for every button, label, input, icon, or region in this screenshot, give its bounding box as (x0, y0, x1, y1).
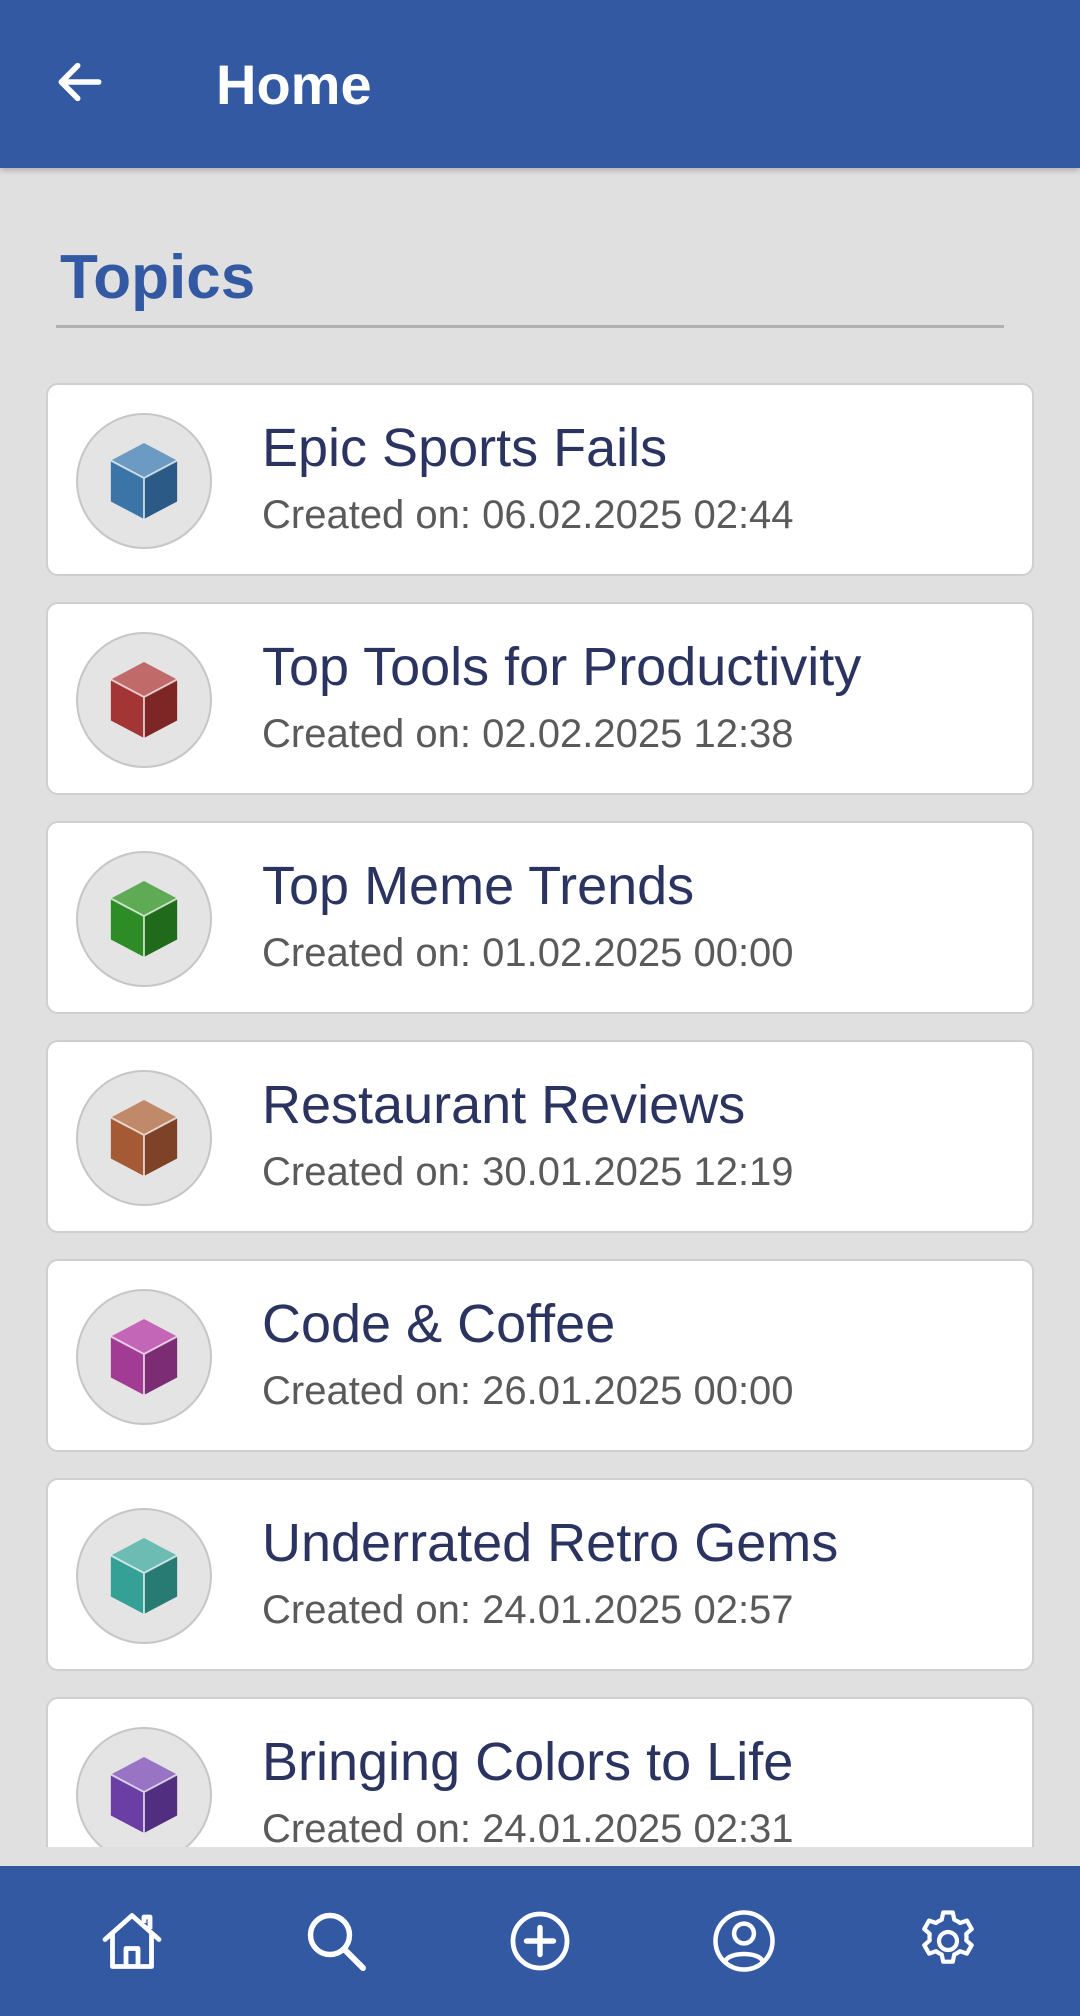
nav-settings-button[interactable] (898, 1891, 998, 1991)
section-divider (56, 325, 1004, 328)
search-icon (307, 1912, 366, 1971)
topic-avatar (76, 1070, 212, 1206)
section-title: Topics (60, 243, 256, 312)
cube-icon (110, 880, 178, 958)
app-bar: Home (0, 0, 1080, 168)
topic-avatar (76, 851, 212, 987)
cube-icon (110, 1537, 178, 1615)
topic-card[interactable]: Bringing Colors to Life Created on: 24.0… (46, 1697, 1034, 1847)
main-content[interactable]: Topics Epic Sports Fails Created on: 06.… (0, 168, 1080, 1847)
topic-title: Underrated Retro Gems (262, 1513, 839, 1573)
cube-icon (110, 442, 178, 520)
settings-icon (922, 1910, 974, 1964)
nav-search-button[interactable] (286, 1891, 386, 1991)
cube-icon (110, 661, 178, 739)
topic-date: Created on: 01.02.2025 00:00 (262, 931, 794, 975)
nav-profile-button[interactable] (694, 1891, 794, 1991)
back-button[interactable] (40, 44, 120, 124)
topic-avatar (76, 413, 212, 549)
topic-date: Created on: 26.01.2025 00:00 (262, 1369, 794, 1413)
topic-list: Epic Sports Fails Created on: 06.02.2025… (46, 383, 1034, 1847)
topic-title: Code & Coffee (262, 1294, 616, 1354)
topic-card[interactable]: Underrated Retro Gems Created on: 24.01.… (46, 1478, 1034, 1671)
topic-card[interactable]: Epic Sports Fails Created on: 06.02.2025… (46, 383, 1034, 576)
topic-card[interactable]: Top Tools for Productivity Created on: 0… (46, 602, 1034, 795)
nav-add-button[interactable] (490, 1891, 590, 1991)
topic-date: Created on: 24.01.2025 02:57 (262, 1588, 794, 1632)
app-screen: Home Topics Epic Sports Fails Created on… (0, 0, 1080, 2016)
topic-title: Restaurant Reviews (262, 1075, 746, 1135)
profile-icon (713, 1910, 775, 1972)
topic-avatar (76, 1289, 212, 1425)
topic-card[interactable]: Top Meme Trends Created on: 01.02.2025 0… (46, 821, 1034, 1014)
cube-icon (110, 1099, 178, 1177)
topic-card[interactable]: Code & Coffee Created on: 26.01.2025 00:… (46, 1259, 1034, 1452)
topic-avatar (76, 1508, 212, 1644)
topic-title: Epic Sports Fails (262, 418, 668, 478)
topic-title: Bringing Colors to Life (262, 1732, 794, 1792)
cube-icon (110, 1318, 178, 1396)
topic-date: Created on: 06.02.2025 02:44 (262, 493, 794, 537)
cube-icon (110, 1756, 178, 1834)
add-circle-icon (510, 1911, 570, 1971)
topic-date: Created on: 30.01.2025 12:19 (262, 1150, 794, 1194)
topic-avatar (76, 632, 212, 768)
home-icon (102, 1913, 162, 1969)
bottom-navigation (0, 1866, 1080, 2016)
topic-card[interactable]: Restaurant Reviews Created on: 30.01.202… (46, 1040, 1034, 1233)
topic-date: Created on: 24.01.2025 02:31 (262, 1807, 794, 1847)
nav-home-button[interactable] (82, 1891, 182, 1991)
page-title: Home (216, 53, 372, 116)
topic-title: Top Tools for Productivity (262, 637, 862, 697)
topic-date: Created on: 02.02.2025 12:38 (262, 712, 794, 756)
arrow-back-icon (52, 54, 108, 115)
topic-title: Top Meme Trends (262, 856, 695, 916)
topic-avatar (76, 1727, 212, 1847)
